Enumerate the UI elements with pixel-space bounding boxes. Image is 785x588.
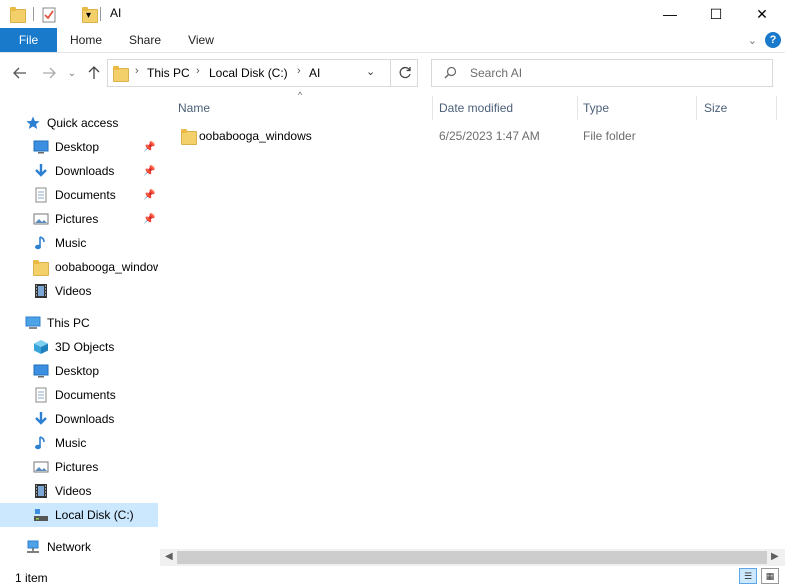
desktop-icon (33, 139, 49, 155)
folder-icon (33, 259, 49, 276)
window-folder-icon (10, 7, 26, 23)
downloads-icon (33, 163, 49, 179)
nav-pc-downloads[interactable]: Downloads (0, 408, 158, 430)
close-button[interactable]: ✕ (739, 0, 785, 28)
tab-file[interactable]: File (0, 28, 57, 52)
large-icons-view-icon[interactable]: ▦ (761, 568, 779, 584)
column-header-size[interactable]: Size (704, 96, 764, 120)
pin-icon[interactable]: 📌 (143, 190, 155, 201)
nav-quick-videos[interactable]: Videos (0, 280, 158, 302)
folder-icon (181, 129, 197, 145)
breadcrumb-ai[interactable]: AI (309, 66, 320, 80)
search-icon (444, 66, 457, 82)
videos-icon (33, 483, 49, 499)
address-dropdown-chevron-icon[interactable]: ⌄ (366, 65, 375, 78)
vertical-scrollbar[interactable] (766, 100, 783, 546)
computer-icon (25, 315, 41, 331)
breadcrumb-this-pc[interactable]: This PC (147, 66, 190, 80)
pin-icon[interactable]: 📌 (143, 142, 155, 153)
horizontal-scrollbar[interactable]: ◀ ▶ (160, 549, 785, 566)
forward-button[interactable] (38, 62, 60, 84)
breadcrumb-chevron-icon[interactable]: › (196, 65, 200, 77)
breadcrumb-local-disk[interactable]: Local Disk (C:) (209, 66, 288, 80)
pin-icon[interactable]: 📌 (143, 166, 155, 177)
search-input[interactable] (470, 64, 760, 82)
file-date-modified: 6/25/2023 1:47 AM (439, 129, 540, 143)
refresh-button[interactable] (390, 59, 418, 87)
pin-icon[interactable]: 📌 (143, 214, 155, 225)
expand-ribbon-chevron-icon[interactable]: ⌄ (748, 34, 757, 47)
nav-quick-music[interactable]: Music (0, 232, 158, 254)
window-title: AI (110, 6, 122, 20)
tab-view[interactable]: View (175, 28, 227, 52)
recent-locations-chevron-icon[interactable]: ⌄ (65, 62, 79, 84)
scroll-right-arrow-icon[interactable]: ▶ (771, 551, 779, 562)
drive-icon (33, 507, 49, 523)
nav-quick-access[interactable]: Quick access (0, 112, 158, 134)
column-header-name[interactable]: Name (178, 96, 428, 120)
title-bar: ▾ AI — ☐ ✕ (0, 0, 785, 28)
nav-pc-desktop[interactable]: Desktop (0, 360, 158, 382)
nav-pc-local-disk[interactable]: Local Disk (C:) (0, 503, 158, 527)
nav-pc-music[interactable]: Music (0, 432, 158, 454)
help-icon[interactable]: ? (765, 32, 781, 48)
3d-objects-icon (33, 339, 49, 355)
videos-icon (33, 283, 49, 299)
tab-share[interactable]: Share (119, 28, 171, 52)
maximize-button[interactable]: ☐ (693, 0, 739, 28)
search-box[interactable] (431, 59, 773, 87)
up-button[interactable] (84, 62, 104, 84)
documents-icon (33, 387, 49, 403)
nav-pc-3d-objects[interactable]: 3D Objects (0, 336, 158, 358)
file-row[interactable]: oobabooga_windows 6/25/2023 1:47 AM File… (176, 125, 776, 147)
view-switcher: ☰ ▦ (739, 568, 779, 584)
nav-pc-videos[interactable]: Videos (0, 480, 158, 502)
music-icon (33, 435, 49, 451)
pictures-icon (33, 211, 49, 227)
minimize-button[interactable]: — (647, 0, 693, 28)
nav-network[interactable]: Network (0, 536, 158, 558)
music-icon (33, 235, 49, 251)
nav-quick-oobabooga[interactable]: oobabooga_windows (0, 256, 158, 278)
back-button[interactable] (9, 62, 31, 84)
horizontal-scrollbar-thumb[interactable] (177, 551, 767, 564)
star-icon (25, 115, 41, 131)
breadcrumb-chevron-icon[interactable]: › (135, 65, 139, 77)
column-divider[interactable] (577, 96, 578, 120)
toolbar-divider (33, 7, 34, 21)
nav-pc-pictures[interactable]: Pictures (0, 456, 158, 478)
toolbar-divider (100, 7, 101, 21)
address-bar[interactable]: › This PC › Local Disk (C:) › AI ⌄ (107, 59, 418, 87)
navigation-pane: Quick access Desktop 📌 Downloads 📌 Docum… (0, 100, 160, 566)
nav-quick-pictures[interactable]: Pictures 📌 (0, 208, 158, 230)
nav-quick-documents[interactable]: Documents 📌 (0, 184, 158, 206)
status-item-count: 1 item (15, 571, 48, 585)
column-divider[interactable] (432, 96, 433, 120)
documents-icon (33, 187, 49, 203)
column-header-date-modified[interactable]: Date modified (439, 96, 574, 120)
ribbon: File Home Share View ⌄ ? (0, 28, 785, 53)
nav-quick-desktop[interactable]: Desktop 📌 (0, 136, 158, 158)
nav-this-pc[interactable]: This PC (0, 312, 158, 334)
file-type: File folder (583, 129, 636, 143)
nav-pc-documents[interactable]: Documents (0, 384, 158, 406)
downloads-icon (33, 411, 49, 427)
customize-toolbar-chevron-icon[interactable]: ▾ (86, 6, 91, 24)
address-folder-icon (113, 66, 129, 82)
scroll-left-arrow-icon[interactable]: ◀ (165, 551, 173, 562)
column-divider[interactable] (696, 96, 697, 120)
tab-home[interactable]: Home (60, 28, 112, 52)
column-header-type[interactable]: Type (583, 96, 693, 120)
breadcrumb-chevron-icon[interactable]: › (297, 65, 301, 77)
network-icon (25, 539, 41, 555)
file-name: oobabooga_windows (199, 129, 312, 143)
properties-icon[interactable] (42, 6, 56, 24)
details-view-icon[interactable]: ☰ (739, 568, 757, 584)
desktop-icon (33, 363, 49, 379)
nav-quick-downloads[interactable]: Downloads 📌 (0, 160, 158, 182)
pictures-icon (33, 459, 49, 475)
